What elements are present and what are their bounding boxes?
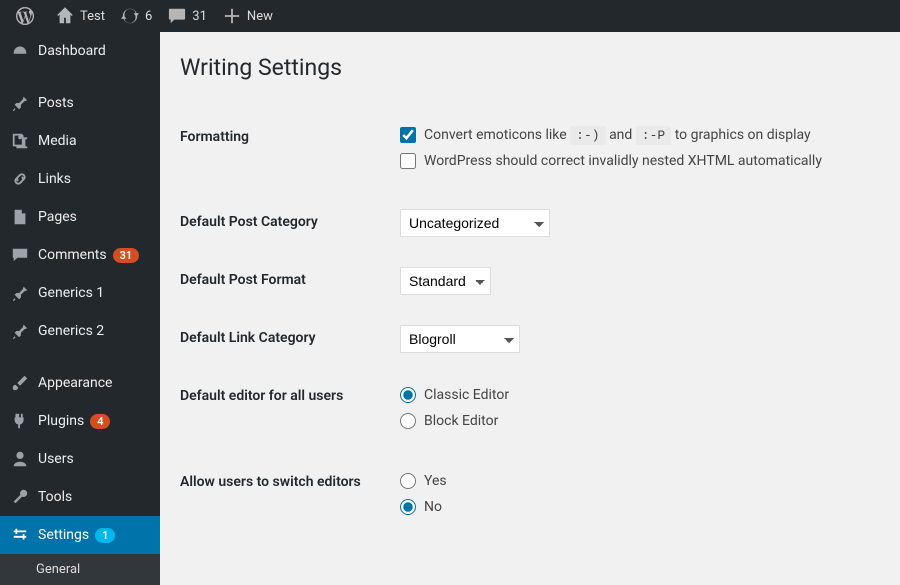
settings-badge: 1 bbox=[95, 528, 115, 543]
xhtml-text: WordPress should correct invalidly neste… bbox=[424, 153, 822, 169]
radio-switch-yes-input[interactable] bbox=[400, 473, 416, 489]
pin-icon bbox=[10, 321, 30, 341]
checkbox-emoticons-input[interactable] bbox=[400, 127, 416, 143]
menu-label: Generics 1 bbox=[38, 285, 104, 301]
row-default-link-category-label: Default Link Category bbox=[180, 310, 400, 368]
radio-switch-no-input[interactable] bbox=[400, 499, 416, 515]
sliders-icon bbox=[10, 525, 30, 545]
checkbox-xhtml[interactable]: WordPress should correct invalidly neste… bbox=[400, 153, 870, 169]
menu-posts[interactable]: Posts bbox=[0, 84, 160, 122]
update-icon bbox=[121, 7, 139, 25]
menu-label: Settings bbox=[38, 527, 89, 543]
user-icon bbox=[10, 449, 30, 469]
emoticons-text: Convert emoticons like :-) and :-P to gr… bbox=[424, 127, 811, 143]
comments-bubble[interactable]: 31 bbox=[160, 0, 215, 32]
plugins-badge: 4 bbox=[90, 414, 110, 429]
content: Writing Settings Formatting Convert emot… bbox=[160, 32, 900, 560]
row-default-format-label: Default Post Format bbox=[180, 252, 400, 310]
new-label: New bbox=[247, 9, 273, 24]
comments-badge: 31 bbox=[113, 248, 140, 263]
row-default-category-label: Default Post Category bbox=[180, 194, 400, 252]
menu-comments[interactable]: Comments 31 bbox=[0, 236, 160, 274]
menu-plugins[interactable]: Plugins 4 bbox=[0, 402, 160, 440]
select-default-link-category[interactable]: Blogroll bbox=[400, 325, 520, 353]
row-formatting-label: Formatting bbox=[180, 109, 400, 194]
menu-label: Plugins bbox=[38, 413, 84, 429]
menu-label: Tools bbox=[38, 489, 72, 505]
row-allow-switch-label: Allow users to switch editors bbox=[180, 454, 400, 540]
brush-icon bbox=[10, 373, 30, 393]
new-content[interactable]: New bbox=[215, 0, 281, 32]
wordpress-icon bbox=[16, 7, 34, 25]
dashboard-icon bbox=[10, 41, 30, 61]
emoticon-code-2: :-P bbox=[636, 126, 671, 145]
updates-count: 6 bbox=[145, 9, 152, 24]
menu-label: Pages bbox=[38, 209, 77, 225]
submenu-general[interactable]: General bbox=[0, 554, 160, 585]
menu-label: Comments bbox=[38, 247, 107, 263]
row-default-editor-label: Default editor for all users bbox=[180, 368, 400, 454]
menu-generics-1[interactable]: Generics 1 bbox=[0, 274, 160, 312]
page-title: Writing Settings bbox=[180, 54, 880, 81]
radio-block-input[interactable] bbox=[400, 413, 416, 429]
radio-classic-input[interactable] bbox=[400, 387, 416, 403]
menu-label: Posts bbox=[38, 95, 74, 111]
media-icon bbox=[10, 131, 30, 151]
emoticon-code-1: :-) bbox=[570, 126, 605, 145]
menu-tools[interactable]: Tools bbox=[0, 478, 160, 516]
wp-logo[interactable] bbox=[8, 0, 48, 32]
link-icon bbox=[10, 169, 30, 189]
radio-classic-editor[interactable]: Classic Editor bbox=[400, 387, 870, 403]
site-name-label: Test bbox=[80, 9, 105, 24]
menu-label: Media bbox=[38, 133, 77, 149]
radio-switch-yes[interactable]: Yes bbox=[400, 473, 870, 489]
menu-generics-2[interactable]: Generics 2 bbox=[0, 312, 160, 350]
select-default-category[interactable]: Uncategorized bbox=[400, 209, 550, 237]
menu-users[interactable]: Users bbox=[0, 440, 160, 478]
menu-links[interactable]: Links bbox=[0, 160, 160, 198]
checkbox-xhtml-input[interactable] bbox=[400, 153, 416, 169]
radio-switch-no[interactable]: No bbox=[400, 499, 870, 515]
pin-icon bbox=[10, 283, 30, 303]
settings-table: Formatting Convert emoticons like :-) an… bbox=[180, 109, 880, 540]
menu-pages[interactable]: Pages bbox=[0, 198, 160, 236]
comment-icon bbox=[168, 7, 186, 25]
menu-label: Links bbox=[38, 171, 71, 187]
site-home[interactable]: Test bbox=[48, 0, 113, 32]
admin-bar: Test 6 31 New bbox=[0, 0, 900, 32]
menu-label: Users bbox=[38, 451, 74, 467]
plus-icon bbox=[223, 7, 241, 25]
plug-icon bbox=[10, 411, 30, 431]
comments-count: 31 bbox=[192, 9, 207, 24]
menu-settings[interactable]: Settings 1 bbox=[0, 516, 160, 554]
comments-icon bbox=[10, 245, 30, 265]
menu-appearance[interactable]: Appearance bbox=[0, 364, 160, 402]
home-icon bbox=[56, 7, 74, 25]
menu-label: Appearance bbox=[38, 375, 112, 391]
updates[interactable]: 6 bbox=[113, 0, 160, 32]
radio-block-editor[interactable]: Block Editor bbox=[400, 413, 870, 429]
wrench-icon bbox=[10, 487, 30, 507]
menu-label: Dashboard bbox=[38, 43, 106, 59]
admin-menu: Dashboard Posts Media Links Pages Commen… bbox=[0, 32, 160, 534]
menu-dashboard[interactable]: Dashboard bbox=[0, 32, 160, 70]
checkbox-emoticons[interactable]: Convert emoticons like :-) and :-P to gr… bbox=[400, 127, 870, 143]
select-default-format[interactable]: Standard bbox=[400, 267, 491, 295]
menu-media[interactable]: Media bbox=[0, 122, 160, 160]
menu-label: Generics 2 bbox=[38, 323, 104, 339]
pin-icon bbox=[10, 93, 30, 113]
page-icon bbox=[10, 207, 30, 227]
